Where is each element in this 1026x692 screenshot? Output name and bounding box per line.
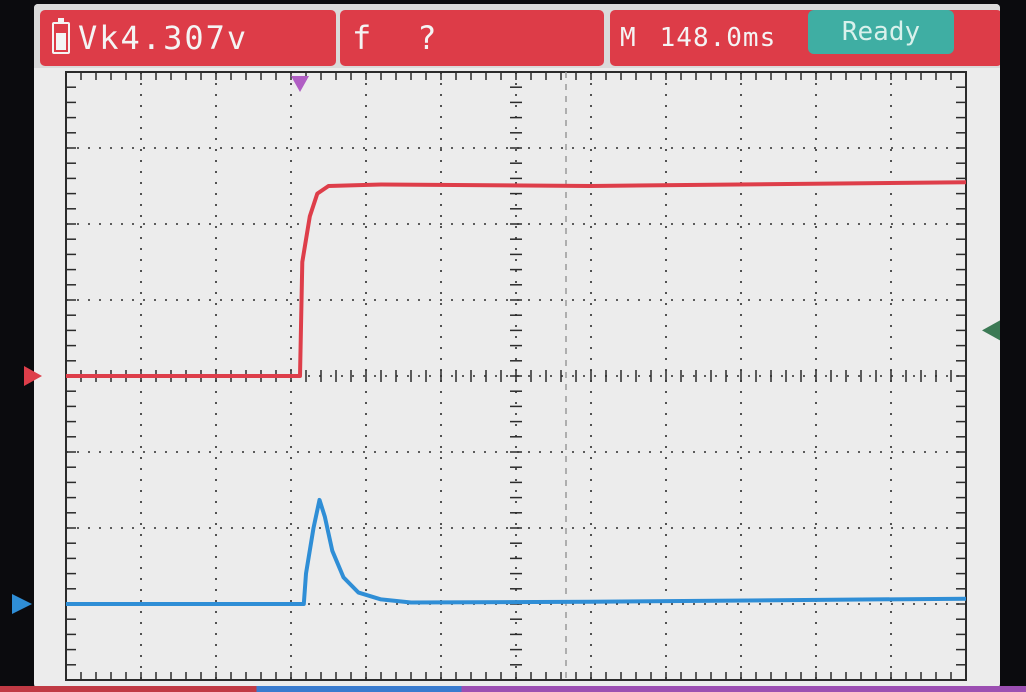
trigger-level-marker [982, 320, 1000, 341]
scope-graticule [12, 71, 1000, 681]
trigger-position-marker [291, 76, 309, 92]
trace-layer [66, 180, 967, 606]
ch1-ground-marker [24, 366, 42, 386]
ch2-ground-marker [12, 594, 32, 614]
trace-ch1 [66, 180, 967, 378]
marker-layer [12, 76, 1000, 614]
bottom-soft-key-strip [0, 686, 1026, 692]
